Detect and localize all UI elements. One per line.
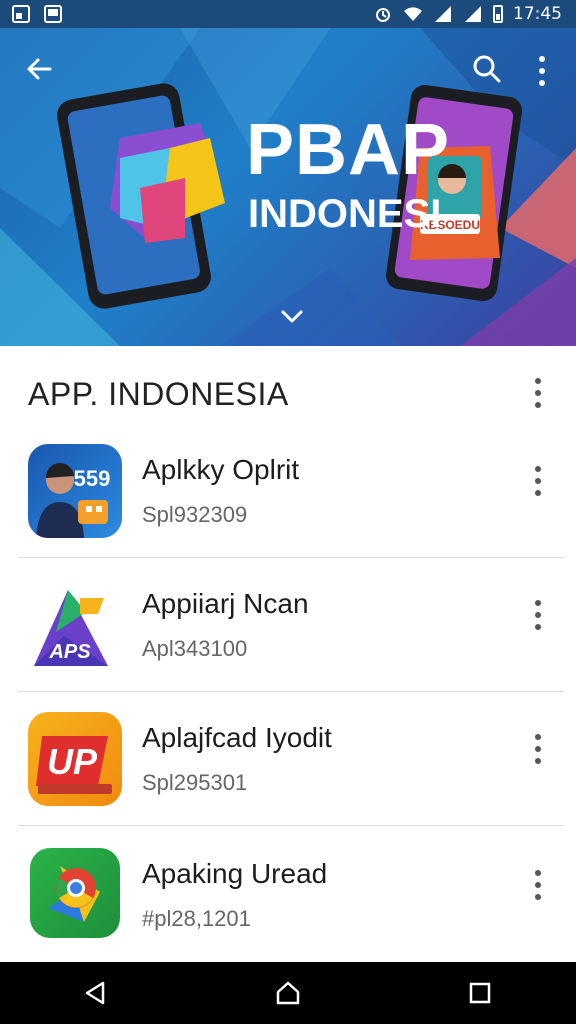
- hero-title: PBAP: [246, 110, 451, 190]
- nav-back-icon[interactable]: [76, 973, 116, 1013]
- nav-home-icon[interactable]: [268, 973, 308, 1013]
- back-arrow-icon[interactable]: [22, 52, 56, 86]
- chevron-down-icon[interactable]: [276, 304, 308, 328]
- divider: [18, 825, 564, 826]
- app-name: Aplajfcad Iyodit: [142, 722, 332, 753]
- list-item[interactable]: 559 Aplkky Oplrit Spl932309: [0, 424, 576, 558]
- more-vert-icon[interactable]: [528, 734, 548, 774]
- app-name: Appiiarj Ncan: [142, 588, 309, 619]
- status-time: 17:45: [513, 4, 562, 24]
- status-bar: 17:45: [0, 0, 576, 28]
- wifi-icon: [404, 7, 422, 22]
- app-list-section: APP. INDONESIA 559 Aplkky Oplrit Spl9323…: [0, 346, 576, 962]
- app-icon-lp: UP: [28, 712, 122, 806]
- section-title: APP. INDONESIA: [28, 376, 289, 412]
- app-name: Aplkky Oplrit: [142, 454, 300, 485]
- svg-text:APS: APS: [48, 641, 91, 663]
- signal-icon: [465, 6, 481, 22]
- app-id: Spl295301: [142, 770, 248, 795]
- phone-left-illustration: [57, 83, 225, 309]
- app-icon-chrome-map: [30, 848, 120, 938]
- app-id: Spl932309: [142, 502, 248, 527]
- more-vert-icon[interactable]: [528, 870, 548, 910]
- nav-recents-icon[interactable]: [460, 973, 500, 1013]
- app-icon-aps: APS: [28, 578, 122, 672]
- gallery-icon: [44, 5, 62, 23]
- system-nav-bar: [0, 962, 576, 1024]
- app-name: Apaking Uread: [142, 858, 328, 889]
- svg-text:559: 559: [74, 466, 111, 491]
- signal-icon: [435, 6, 451, 22]
- svg-text:UP: UP: [47, 741, 98, 782]
- app-id: Apl343100: [142, 636, 248, 661]
- notification-square-icon: [12, 5, 30, 23]
- hero-subtitle: INDONESI: [248, 192, 442, 236]
- more-vert-icon[interactable]: [528, 466, 548, 506]
- list-item[interactable]: APS Appiiarj Ncan Apl343100: [0, 558, 576, 692]
- more-vert-icon[interactable]: [528, 600, 548, 640]
- battery-icon: [493, 5, 503, 23]
- section-more-vert-icon[interactable]: [528, 378, 548, 412]
- app-icon-person-badge: 559: [28, 444, 122, 538]
- more-vert-icon[interactable]: [532, 52, 552, 86]
- list-item[interactable]: Apaking Uread #pl28,1201: [0, 828, 576, 962]
- app-id: #pl28,1201: [142, 906, 251, 931]
- alarm-icon: [376, 8, 390, 22]
- list-item[interactable]: UP Aplajfcad Iyodit Spl295301: [0, 692, 576, 826]
- search-icon[interactable]: [470, 52, 504, 86]
- hero-banner: KBSOEDU PBAP INDONESI: [0, 28, 576, 346]
